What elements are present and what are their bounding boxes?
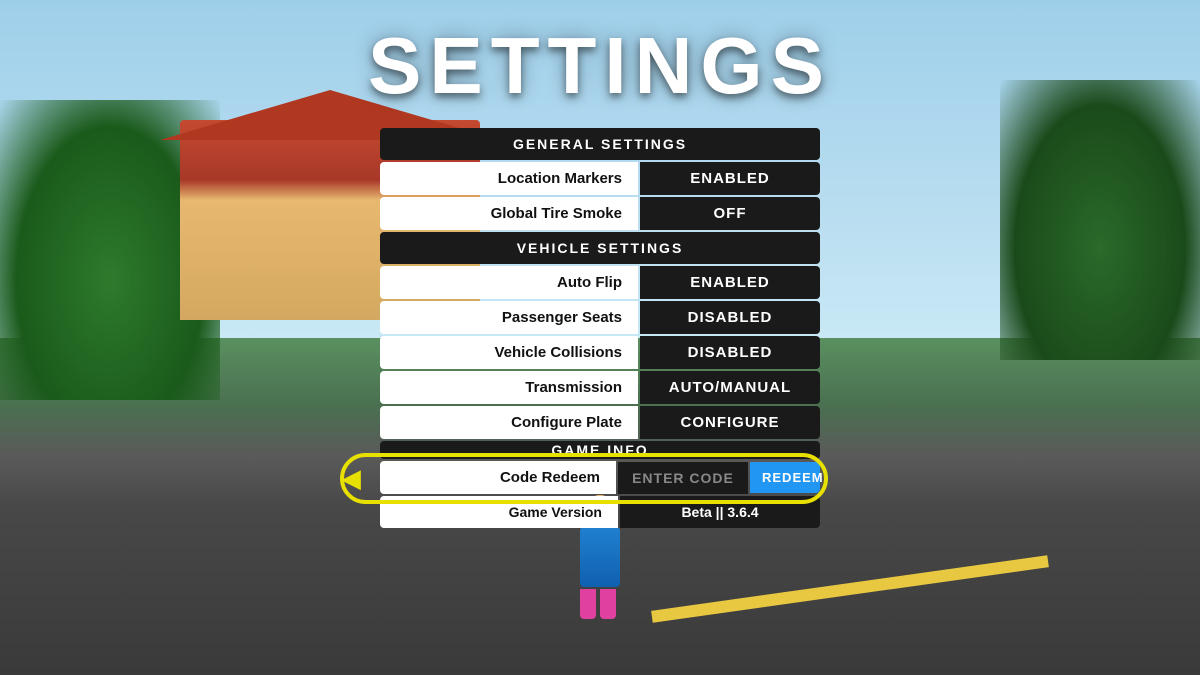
global-tire-smoke-row: Global Tire Smoke OFF: [380, 197, 820, 230]
code-redeem-row: Code Redeem ENTER CODE REDEEM: [380, 461, 820, 494]
location-markers-value[interactable]: ENABLED: [640, 162, 820, 195]
code-redeem-label[interactable]: Code Redeem: [380, 461, 616, 494]
vehicle-settings-header: VEHICLE SETTINGS: [380, 232, 820, 264]
configure-plate-row: Configure Plate CONFIGURE: [380, 406, 820, 439]
location-markers-label[interactable]: Location Markers: [380, 162, 638, 195]
auto-flip-value[interactable]: ENABLED: [640, 266, 820, 299]
vehicle-collisions-value[interactable]: DISABLED: [640, 336, 820, 369]
auto-flip-label[interactable]: Auto Flip: [380, 266, 638, 299]
general-settings-header: GENERAL SETTINGS: [380, 128, 820, 160]
global-tire-smoke-value[interactable]: OFF: [640, 197, 820, 230]
settings-overlay: SETTINGS GENERAL SETTINGS Location Marke…: [0, 0, 1200, 675]
vehicle-collisions-label[interactable]: Vehicle Collisions: [380, 336, 638, 369]
passenger-seats-row: Passenger Seats DISABLED: [380, 301, 820, 334]
auto-flip-row: Auto Flip ENABLED: [380, 266, 820, 299]
passenger-seats-label[interactable]: Passenger Seats: [380, 301, 638, 334]
game-version-label: Game Version: [380, 496, 618, 528]
game-version-row: Game Version Beta || 3.6.4: [380, 496, 820, 528]
passenger-seats-value[interactable]: DISABLED: [640, 301, 820, 334]
code-redeem-highlight: ◀ Code Redeem ENTER CODE REDEEM: [380, 461, 820, 496]
global-tire-smoke-label[interactable]: Global Tire Smoke: [380, 197, 638, 230]
redeem-button[interactable]: REDEEM: [750, 462, 820, 493]
location-markers-row: Location Markers ENABLED: [380, 162, 820, 195]
configure-plate-value[interactable]: CONFIGURE: [640, 406, 820, 439]
game-info-header: GAME INFO: [380, 441, 820, 459]
code-redeem-input[interactable]: ENTER CODE: [618, 462, 748, 494]
configure-plate-label[interactable]: Configure Plate: [380, 406, 638, 439]
game-version-value: Beta || 3.6.4: [620, 496, 820, 528]
settings-title: SETTINGS: [368, 20, 832, 112]
transmission-row: Transmission AUTO/MANUAL: [380, 371, 820, 404]
vehicle-collisions-row: Vehicle Collisions DISABLED: [380, 336, 820, 369]
transmission-label[interactable]: Transmission: [380, 371, 638, 404]
settings-panel: GENERAL SETTINGS Location Markers ENABLE…: [380, 128, 820, 530]
transmission-value[interactable]: AUTO/MANUAL: [640, 371, 820, 404]
arrow-left-icon: ◀: [342, 464, 360, 493]
